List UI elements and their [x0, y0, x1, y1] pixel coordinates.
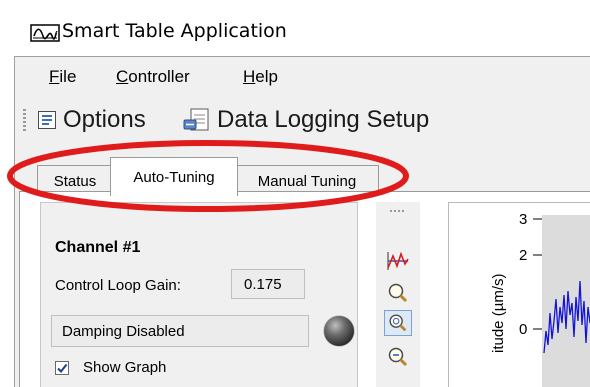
checkbox-box[interactable] [55, 360, 69, 375]
menu-controller[interactable]: Controller [116, 67, 190, 87]
control-loop-gain-value: 0.175 [231, 269, 305, 299]
y-axis-label: itude (µm/s) [490, 274, 507, 354]
tab-auto-tuning[interactable]: Auto-Tuning [110, 157, 238, 196]
show-graph-checkbox[interactable]: Show Graph [55, 359, 166, 376]
options-icon [38, 111, 56, 129]
y-tick-label: 3 [519, 211, 527, 228]
graph-tool-strip [376, 202, 420, 387]
vibration-graph[interactable]: 3 2 0 itude (µm/s) [448, 202, 590, 387]
tab-strip: Status Auto-Tuning Manual Tuning [15, 155, 590, 196]
channel-group: Channel #1 Control Loop Gain: 0.175 Damp… [40, 202, 358, 387]
tab-auto-tuning-label: Auto-Tuning [133, 168, 215, 186]
title-bar: Smart Table Application [0, 0, 590, 56]
window-title: Smart Table Application [62, 20, 287, 42]
app-icon [30, 24, 60, 42]
data-logging-label: Data Logging Setup [217, 106, 430, 133]
data-logging-setup-button[interactable]: Data Logging Setup [183, 104, 429, 136]
options-label: Options [63, 106, 146, 133]
menu-file-mnemonic: F [49, 67, 60, 86]
y-tick-label: 0 [519, 321, 527, 338]
plot-background [542, 215, 590, 387]
menu-file[interactable]: File [49, 67, 76, 87]
y-tick-label: 2 [519, 247, 527, 264]
control-loop-gain-label: Control Loop Gain: [55, 277, 181, 294]
app-window: Smart Table Application File Controller … [0, 0, 590, 387]
tab-status-label: Status [53, 172, 97, 190]
tab-manual-tuning-label: Manual Tuning [257, 172, 357, 190]
zoom-icon[interactable] [384, 280, 412, 306]
tool-strip-grip[interactable] [390, 210, 406, 212]
menu-file-label: ile [59, 67, 77, 86]
data-logging-icon [183, 108, 209, 131]
main-client-area: File Controller Help Options Data Loggin… [14, 56, 590, 387]
graph-canvas: 3 2 0 itude (µm/s) [490, 211, 590, 387]
damping-status: Damping Disabled [51, 315, 309, 347]
toolbar-grip[interactable] [23, 109, 26, 131]
menu-help-label: elp [255, 67, 278, 86]
show-graph-label: Show Graph [83, 359, 167, 376]
zoom-selected-icon[interactable] [384, 310, 412, 336]
status-led-indicator [324, 316, 354, 346]
toolbar: Options Data Logging Setup [15, 101, 590, 139]
menu-help[interactable]: Help [243, 67, 278, 87]
menu-bar: File Controller Help [15, 57, 590, 99]
zoom-out-icon[interactable] [384, 344, 412, 370]
auto-tuning-panel: Channel #1 Control Loop Gain: 0.175 Damp… [19, 191, 590, 387]
menu-controller-label: ontroller [128, 67, 190, 86]
channel-title: Channel #1 [55, 239, 141, 256]
checkmark-icon [57, 363, 68, 373]
menu-help-mnemonic: H [243, 67, 256, 86]
options-button[interactable]: Options [37, 104, 146, 136]
menu-controller-mnemonic: C [116, 67, 129, 86]
autoscale-icon[interactable] [384, 248, 412, 274]
